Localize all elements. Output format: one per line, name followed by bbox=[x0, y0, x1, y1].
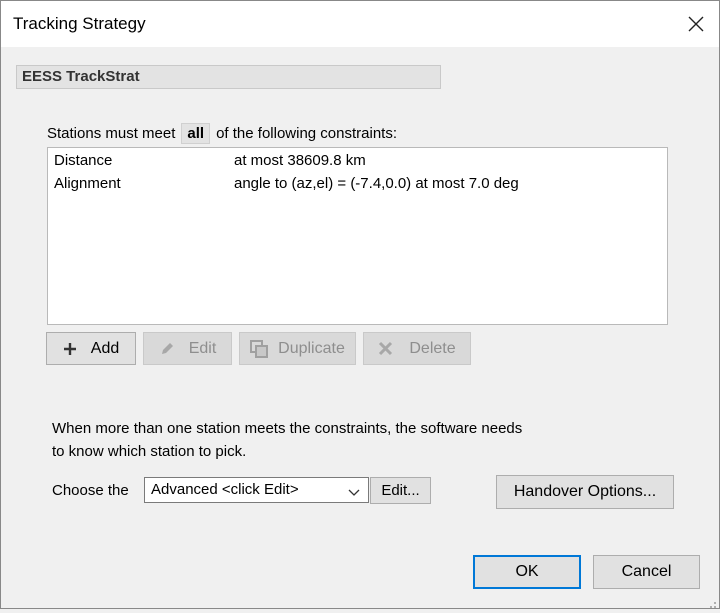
constraints-prefix: Stations must meet bbox=[47, 124, 176, 142]
window-title: Tracking Strategy bbox=[13, 14, 146, 33]
ok-button[interactable]: OK bbox=[473, 555, 581, 589]
resize-grip-icon bbox=[710, 602, 716, 608]
list-item[interactable]: Alignment angle to (az,el) = (-7.4,0.0) … bbox=[48, 172, 667, 194]
delete-button[interactable]: Delete bbox=[363, 332, 471, 365]
info-line-1: When more than one station meets the con… bbox=[52, 420, 523, 437]
list-item[interactable]: Distance at most 38609.8 km bbox=[48, 149, 667, 171]
duplicate-button[interactable]: Duplicate bbox=[239, 332, 356, 365]
resize-grip[interactable] bbox=[707, 596, 717, 608]
title-bar: Tracking Strategy bbox=[1, 1, 719, 47]
constraint-condition: at most 38609.8 km bbox=[234, 152, 366, 169]
edit-button-label: Edit bbox=[188, 339, 217, 357]
handover-options-button[interactable]: Handover Options... bbox=[496, 475, 674, 509]
close-icon bbox=[688, 16, 704, 32]
duplicate-button-label: Duplicate bbox=[278, 339, 345, 357]
constraint-name: Distance bbox=[54, 152, 113, 169]
station-pick-value: Advanced <click Edit> bbox=[151, 481, 299, 498]
strategy-name: EESS TrackStrat bbox=[22, 68, 140, 85]
ok-button-label: OK bbox=[515, 563, 539, 580]
add-button[interactable]: Add bbox=[46, 332, 136, 365]
strategy-name-field[interactable]: EESS TrackStrat bbox=[16, 65, 441, 89]
constraint-mode-toggle[interactable]: all bbox=[181, 122, 211, 144]
handover-options-label: Handover Options... bbox=[513, 483, 657, 500]
delete-button-label: Delete bbox=[409, 339, 456, 357]
choose-label: Choose the bbox=[52, 482, 129, 499]
edit-button[interactable]: Edit bbox=[143, 332, 232, 365]
station-pick-select[interactable]: Advanced <click Edit> bbox=[144, 477, 369, 503]
constraint-name: Alignment bbox=[54, 175, 121, 192]
constraints-list[interactable]: Distance at most 38609.8 km Alignment an… bbox=[47, 147, 668, 325]
add-button-label: Add bbox=[90, 339, 120, 357]
duplicate-icon bbox=[250, 339, 269, 358]
station-pick-edit-button[interactable]: Edit... bbox=[370, 477, 431, 504]
close-button[interactable] bbox=[673, 1, 719, 47]
selection-info: When more than one station meets the con… bbox=[52, 417, 522, 463]
constraint-condition: angle to (az,el) = (-7.4,0.0) at most 7.… bbox=[234, 175, 519, 192]
constraints-header: Stations must meet all of the following … bbox=[47, 121, 397, 145]
cancel-button-label: Cancel bbox=[621, 563, 672, 580]
tracking-strategy-dialog: Tracking Strategy EESS TrackStrat Statio… bbox=[0, 0, 720, 609]
plus-icon bbox=[63, 342, 77, 356]
delete-x-icon bbox=[378, 341, 393, 356]
constraints-suffix: of the following constraints: bbox=[216, 124, 398, 142]
info-line-2: to know which station to pick. bbox=[52, 443, 247, 460]
cancel-button[interactable]: Cancel bbox=[593, 555, 700, 589]
pencil-icon bbox=[159, 341, 175, 357]
station-pick-edit-label: Edit... bbox=[381, 482, 420, 499]
chevron-down-icon bbox=[348, 484, 360, 501]
